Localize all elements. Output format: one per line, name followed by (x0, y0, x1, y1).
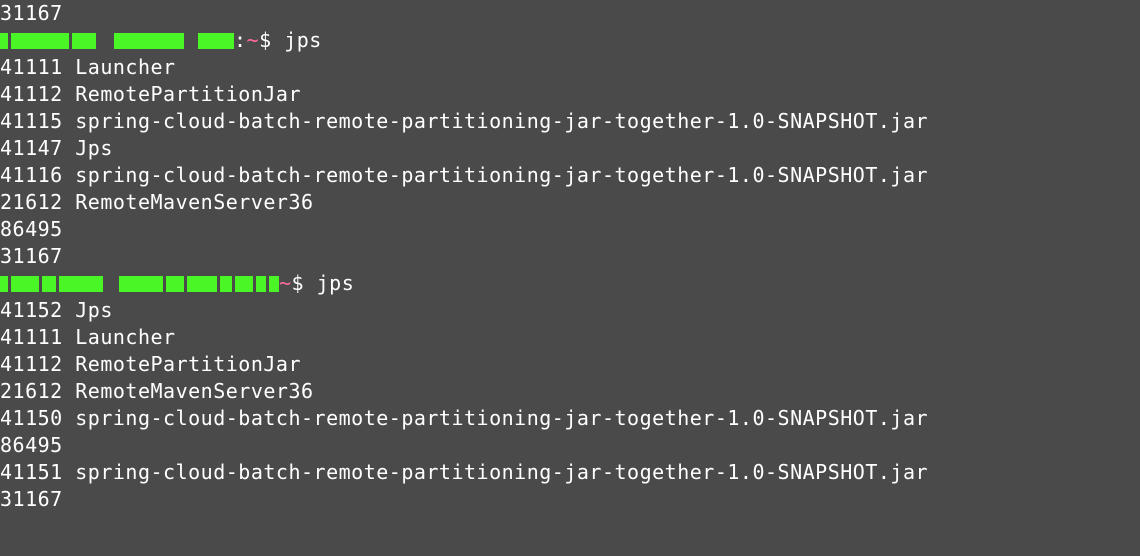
output-line: 41111 Launcher (0, 324, 1140, 351)
prompt-tilde: ~ (279, 270, 292, 297)
prompt-line-2: ~$ jps (0, 270, 1140, 297)
output-line: 86495 (0, 216, 1140, 243)
redacted-hostname-2 (0, 276, 279, 292)
output-line: 31167 (0, 486, 1140, 513)
partial-output-line: 31167 (0, 0, 1140, 27)
prompt-dollar: $ (259, 27, 272, 54)
prompt-dollar: $ (292, 270, 305, 297)
prompt-colon: : (234, 27, 247, 54)
output-line: 31167 (0, 243, 1140, 270)
output-line: 41152 Jps (0, 297, 1140, 324)
output-line: 41147 Jps (0, 135, 1140, 162)
command-input-1: jps (284, 27, 322, 54)
output-line: 21612 RemoteMavenServer36 (0, 189, 1140, 216)
output-line: 41150 spring-cloud-batch-remote-partitio… (0, 405, 1140, 432)
output-line: 86495 (0, 432, 1140, 459)
prompt-tilde: ~ (247, 27, 260, 54)
output-line: 41111 Launcher (0, 54, 1140, 81)
output-line: 41115 spring-cloud-batch-remote-partitio… (0, 108, 1140, 135)
output-line: 41116 spring-cloud-batch-remote-partitio… (0, 162, 1140, 189)
command-input-2: jps (317, 270, 355, 297)
prompt-line-1: :~$ jps (0, 27, 1140, 54)
output-line: 41112 RemotePartitionJar (0, 351, 1140, 378)
terminal-window[interactable]: 31167 :~$ jps 41111 Launcher 41112 Remot… (0, 0, 1140, 513)
output-line: 21612 RemoteMavenServer36 (0, 378, 1140, 405)
output-line: 41151 spring-cloud-batch-remote-partitio… (0, 459, 1140, 486)
output-line: 41112 RemotePartitionJar (0, 81, 1140, 108)
redacted-hostname-1 (0, 33, 234, 49)
